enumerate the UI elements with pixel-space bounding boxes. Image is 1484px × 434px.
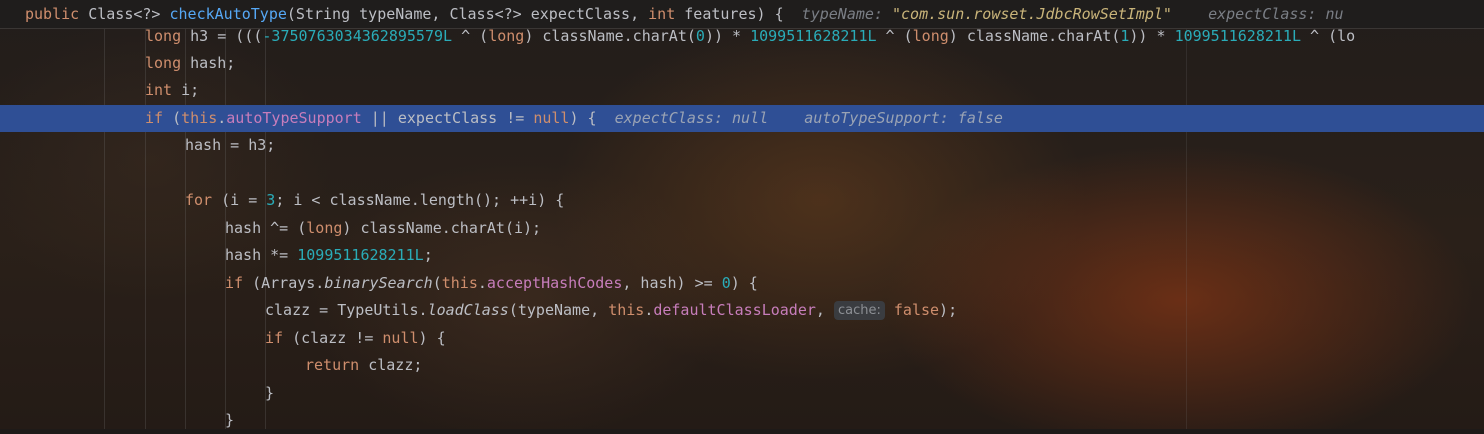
keyword: return [305, 356, 360, 374]
keyword: this [441, 274, 478, 292]
code-line[interactable]: if (Arrays.binarySearch(this.acceptHashC… [0, 270, 1484, 297]
code-text: ) { [730, 274, 758, 292]
code-text: )) * [704, 27, 751, 45]
debug-hint-label: typeName: [801, 5, 883, 23]
code-text: } [225, 411, 235, 429]
code-text: clazz = TypeUtils. [265, 301, 428, 319]
keyword: null [533, 109, 570, 127]
code-text: ) { [569, 109, 597, 127]
code-text: (String typeName, Class<?> expectClass, [286, 5, 649, 23]
method-name: checkAutoType [169, 5, 287, 23]
field-name: acceptHashCodes [486, 274, 623, 292]
field-name: defaultClassLoader [653, 301, 816, 319]
number-literal: 0 [695, 27, 705, 45]
code-text: || expectClass != [361, 109, 534, 127]
code-text: features) { [675, 5, 784, 23]
code-text: (Arrays. [243, 274, 325, 292]
code-line[interactable]: return clazz; [0, 352, 1484, 379]
code-text: , [815, 301, 834, 319]
code-text: ^ ( [876, 27, 913, 45]
debug-hint-value: "com.sun.rowset.JdbcRowSetImpl" [891, 5, 1172, 23]
code-text: ^ ( [452, 27, 489, 45]
code-line[interactable]: for (i = 3; i < className.length(); ++i)… [0, 187, 1484, 214]
keyword: if [225, 274, 244, 292]
keyword: long [145, 27, 182, 45]
number-literal: 1099511628211L [1174, 27, 1301, 45]
code-line[interactable]: if (clazz != null) { [0, 325, 1484, 352]
code-text: hash ^= ( [225, 219, 307, 237]
code-text: hash = h3; [185, 136, 276, 154]
code-text: (i = [212, 191, 267, 209]
code-text: . [217, 109, 227, 127]
keyword: long [488, 27, 525, 45]
keyword: this [181, 109, 218, 127]
code-text: )) * [1129, 27, 1175, 45]
code-text: ) className.charAt(i); [342, 219, 542, 237]
keyword: long [912, 27, 949, 45]
keyword: null [382, 329, 419, 347]
static-method: loadClass [427, 301, 509, 319]
code-line[interactable]: hash ^= (long) className.charAt(i); [0, 215, 1484, 242]
debug-hint-label: expectClass: nu [1208, 5, 1344, 23]
number-literal: 1099511628211L [750, 27, 877, 45]
keyword: false [893, 301, 940, 319]
keyword: this [608, 301, 645, 319]
keyword: int [145, 81, 173, 99]
static-method: binarySearch [324, 274, 433, 292]
code-line[interactable]: } [0, 380, 1484, 407]
code-text: . [644, 301, 654, 319]
code-text: (clazz != [283, 329, 383, 347]
keyword: if [145, 109, 164, 127]
debug-hint: autoTypeSupport: false [804, 109, 1003, 127]
keyword: int [648, 5, 676, 23]
code-text: ); [939, 301, 958, 319]
code-text: . [477, 274, 487, 292]
code-text: (typeName, [508, 301, 609, 319]
code-line[interactable]: long hash; [0, 50, 1484, 77]
code-text: ( [163, 109, 182, 127]
code-line[interactable]: hash *= 1099511628211L; [0, 242, 1484, 269]
code-text: hash *= [225, 246, 298, 264]
code-text: clazz; [359, 356, 423, 374]
current-execution-line[interactable]: if (this.autoTypeSupport || expectClass … [0, 105, 1484, 132]
keyword: long [145, 54, 182, 72]
number-literal: -3750763034362895579L [262, 27, 453, 45]
code-line[interactable]: long h3 = (((-3750763034362895579L ^ (lo… [0, 23, 1484, 50]
code-text: ) { [418, 329, 446, 347]
code-line[interactable]: hash = h3; [0, 132, 1484, 159]
code-text: ( [432, 274, 442, 292]
keyword: if [265, 329, 284, 347]
keyword: long [306, 219, 343, 237]
code-text: hash; [181, 54, 236, 72]
code-text: ^ (lo [1301, 27, 1356, 45]
code-text: ; [423, 246, 433, 264]
code-text: } [265, 384, 275, 402]
parameter-name-hint: cache: [833, 301, 885, 320]
code-text: h3 = ((( [181, 27, 263, 45]
code-text: ) className.charAt( [524, 27, 696, 45]
number-literal: 0 [721, 274, 731, 292]
return-type: Class<?> [88, 5, 161, 23]
code-text: , hash) >= [622, 274, 722, 292]
code-line[interactable]: clazz = TypeUtils.loadClass(typeName, th… [0, 297, 1484, 324]
code-line[interactable]: int i; [0, 77, 1484, 104]
field-name: autoTypeSupport [226, 109, 362, 127]
keyword: public [25, 5, 80, 23]
keyword: for [185, 191, 213, 209]
code-line[interactable]: } [0, 407, 1484, 434]
code-text: ; i < className.length(); ++i) { [275, 191, 565, 209]
number-literal: 3 [266, 191, 276, 209]
code-text: ) className.charAt( [948, 27, 1121, 45]
code-text: i; [172, 81, 200, 99]
debug-hint: expectClass: null [614, 109, 769, 127]
number-literal: 1099511628211L [297, 246, 424, 264]
